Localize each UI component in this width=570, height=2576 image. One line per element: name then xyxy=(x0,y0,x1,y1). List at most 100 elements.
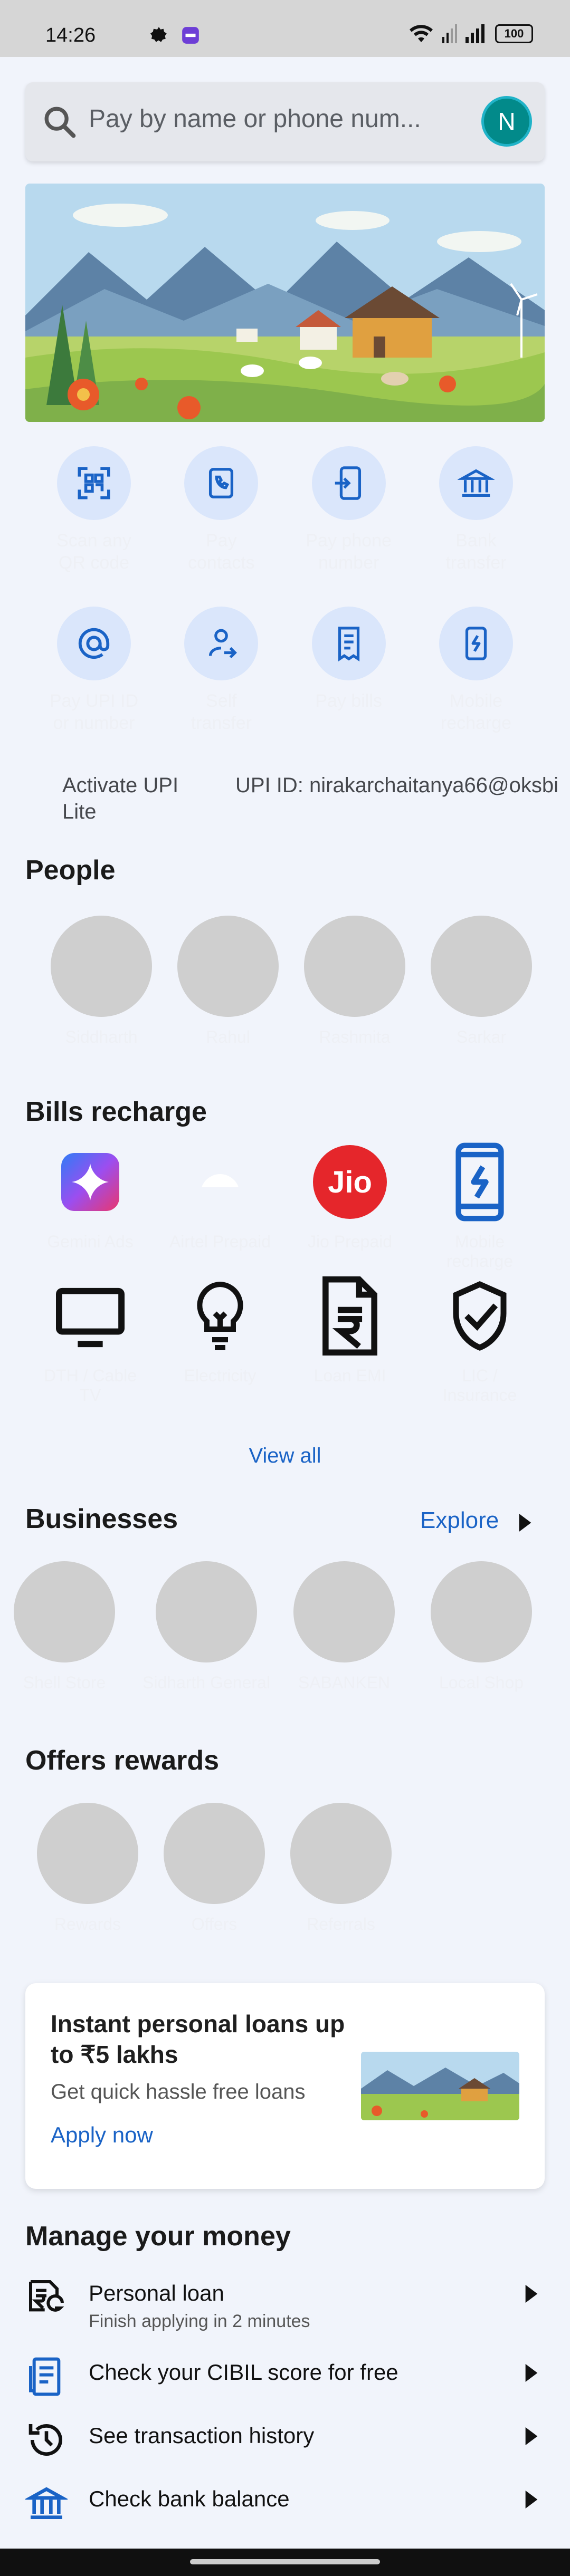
bulb-icon xyxy=(197,1281,243,1350)
status-time: 14:26 xyxy=(45,24,96,46)
offer-item[interactable]: Rewards xyxy=(37,1803,138,1934)
activate-upi-lite-link[interactable]: Activate UPI Lite xyxy=(62,772,200,825)
quick-actions-row-2: Pay UPI ID or number Self transfer Pay b… xyxy=(25,607,545,734)
app-notification-icon xyxy=(182,27,199,44)
status-bar: 14:26 100 xyxy=(0,0,570,57)
bank-icon xyxy=(25,2487,68,2519)
bill-item-insurance[interactable]: LIC / Insurance xyxy=(427,1276,533,1405)
personal-loan-icon xyxy=(29,2280,64,2312)
apply-now-link[interactable]: Apply now xyxy=(51,2122,153,2148)
explore-link[interactable]: Explore xyxy=(420,1507,499,1534)
business-avatar xyxy=(431,1561,532,1662)
wifi-icon xyxy=(410,25,433,42)
offer-item[interactable]: Offers xyxy=(164,1803,265,1934)
bills-row-1: Gemini Ads Airtel Prepaid Jio Jio Prepai… xyxy=(25,1142,545,1271)
person-avatar xyxy=(51,916,152,1017)
bank-balance-item[interactable]: Check bank balance xyxy=(25,2482,545,2540)
home-gesture-handle[interactable] xyxy=(190,2559,380,2564)
qr-scan-icon xyxy=(78,467,110,499)
loan-card-subtitle: Get quick hassle free loans xyxy=(51,2080,306,2103)
pay-upi-id-action[interactable]: Pay UPI ID or number xyxy=(46,607,141,734)
offer-avatar xyxy=(164,1803,265,1904)
offer-item[interactable]: Referrals xyxy=(290,1803,392,1934)
business-avatar xyxy=(14,1561,115,1662)
airtel-icon xyxy=(202,1174,239,1187)
person-item[interactable]: Rashmita xyxy=(304,916,405,1047)
mobile-recharge-icon xyxy=(455,1142,504,1222)
self-transfer-action[interactable]: Self transfer xyxy=(174,607,269,734)
bills-row-2: DTH / Cable TV Electricity Loan EMI LIC … xyxy=(25,1276,545,1405)
pay-bills-action[interactable]: Pay bills xyxy=(301,607,396,734)
offers-title: Offers rewards xyxy=(25,1745,220,1776)
quick-action-label: Pay bills xyxy=(315,691,382,711)
quick-action-label: Pay UPI ID or number xyxy=(49,691,139,733)
loan-card-illustration xyxy=(361,2052,519,2120)
offer-avatar xyxy=(290,1803,392,1904)
contacts-icon xyxy=(209,468,234,498)
business-item[interactable]: Shell Store xyxy=(14,1561,115,1693)
person-avatar xyxy=(177,916,279,1017)
chevron-right-icon xyxy=(525,2427,538,2445)
bill-item-mobile-recharge[interactable]: Mobile recharge xyxy=(427,1142,533,1271)
scan-qr-action[interactable]: Scan any QR code xyxy=(46,446,141,574)
person-item[interactable]: Siddharth xyxy=(51,916,152,1047)
businesses-row: Shell Store Sidharth General SABANKEN Lo… xyxy=(0,1561,570,1698)
view-all-link[interactable]: View all xyxy=(0,1444,570,1468)
quick-action-label: Pay phone number xyxy=(306,531,392,573)
shield-check-icon xyxy=(453,1281,507,1351)
loan-card-title: Instant personal loans up to ₹5 lakhs xyxy=(51,2010,345,2068)
people-title: People xyxy=(25,855,116,886)
business-avatar xyxy=(293,1561,395,1662)
person-item[interactable]: Rahul xyxy=(177,916,279,1047)
bill-item-gemini[interactable]: Gemini Ads xyxy=(37,1142,143,1271)
bills-title: Bills recharge xyxy=(25,1097,207,1127)
personal-loan-card[interactable]: Instant personal loans up to ₹5 lakhs Ge… xyxy=(25,1983,545,2189)
bill-item-airtel[interactable]: Airtel Prepaid xyxy=(167,1142,273,1271)
search-input[interactable]: Pay by name or phone num... xyxy=(89,104,421,133)
offers-row: Rewards Offers Referrals xyxy=(37,1803,392,1934)
bank-icon xyxy=(457,469,495,497)
quick-actions-row-1: Scan any QR code Pay contacts Pay phone … xyxy=(25,446,545,574)
chevron-right-icon xyxy=(525,2491,538,2508)
cibil-score-item[interactable]: Check your CIBIL score for free xyxy=(25,2356,545,2414)
battery-indicator: 100 xyxy=(495,24,533,43)
home-banner-illustration xyxy=(25,184,545,422)
tv-icon xyxy=(56,1287,125,1348)
person-item[interactable]: Sarkar xyxy=(431,916,532,1047)
cibil-report-icon xyxy=(29,2357,61,2396)
quick-action-label: Self transfer xyxy=(191,691,252,733)
business-avatar xyxy=(155,1561,257,1662)
jio-logo-icon: Jio xyxy=(313,1145,387,1219)
chevron-right-icon[interactable] xyxy=(517,1514,533,1532)
manage-money-list: Personal loan Finish applying in 2 minut… xyxy=(25,2276,545,2540)
avatar[interactable]: N xyxy=(481,96,532,147)
bank-transfer-action[interactable]: Bank transfer xyxy=(429,446,524,574)
bill-item-electricity[interactable]: Electricity xyxy=(167,1276,273,1405)
business-item[interactable]: SABANKEN xyxy=(293,1561,395,1693)
gemini-icon xyxy=(61,1153,119,1211)
offer-avatar xyxy=(37,1803,138,1904)
notification-gear-icon xyxy=(150,27,167,42)
chevron-right-icon xyxy=(525,2285,538,2303)
bill-item-dth[interactable]: DTH / Cable TV xyxy=(37,1276,143,1405)
search-icon xyxy=(44,107,76,138)
transaction-history-item[interactable]: See transaction history xyxy=(25,2419,545,2477)
quick-action-label: Scan any QR code xyxy=(56,531,131,573)
search-bar[interactable]: Pay by name or phone num... N xyxy=(25,82,545,161)
mobile-recharge-icon xyxy=(465,627,487,660)
mobile-recharge-action[interactable]: Mobile recharge xyxy=(429,607,524,734)
person-avatar xyxy=(431,916,532,1017)
phone-transfer-icon xyxy=(335,466,361,500)
people-row: Siddharth Rahul Rashmita Sarkar xyxy=(51,916,532,1047)
pay-contacts-action[interactable]: Pay contacts xyxy=(174,446,269,574)
pay-phone-action[interactable]: Pay phone number xyxy=(301,446,396,574)
chevron-right-icon xyxy=(525,2364,538,2382)
business-item[interactable]: Local Shop xyxy=(431,1561,532,1693)
personal-loan-item[interactable]: Personal loan Finish applying in 2 minut… xyxy=(25,2276,545,2334)
history-icon xyxy=(28,2424,62,2456)
upi-id-label[interactable]: UPI ID: nirakarchaitanya66@oksbi xyxy=(235,772,558,825)
bill-item-jio[interactable]: Jio Jio Prepaid xyxy=(297,1142,403,1271)
bill-item-loan-emi[interactable]: Loan EMI xyxy=(297,1276,403,1405)
business-item[interactable]: Sidharth General xyxy=(142,1561,270,1693)
person-avatar xyxy=(304,916,405,1017)
